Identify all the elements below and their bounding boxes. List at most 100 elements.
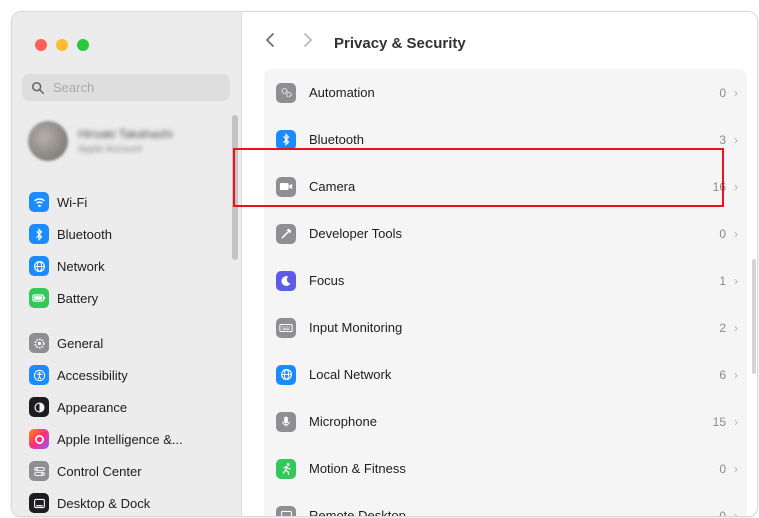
list-item-local-network[interactable]: Local Network 6 › bbox=[264, 351, 747, 398]
list-item-focus[interactable]: Focus 1 › bbox=[264, 257, 747, 304]
dock-icon bbox=[29, 493, 49, 513]
list-item-microphone[interactable]: Microphone 15 › bbox=[264, 398, 747, 445]
page-title: Privacy & Security bbox=[334, 35, 466, 52]
row-label: Motion & Fitness bbox=[309, 461, 406, 476]
chevron-right-icon: › bbox=[734, 273, 738, 288]
sidebar-item-network[interactable]: Network bbox=[29, 254, 229, 278]
sidebar-item-appearance[interactable]: Appearance bbox=[29, 395, 229, 419]
main-scrollbar[interactable] bbox=[752, 259, 756, 374]
search-input[interactable] bbox=[51, 79, 225, 96]
running-icon bbox=[276, 458, 296, 479]
row-label: Microphone bbox=[309, 414, 377, 429]
chevron-right-icon: › bbox=[734, 132, 738, 147]
chevron-right-icon: › bbox=[734, 179, 738, 194]
sidebar-item-label: Bluetooth bbox=[57, 226, 112, 242]
globe-icon bbox=[29, 256, 49, 276]
list-item-input-monitoring[interactable]: Input Monitoring 2 › bbox=[264, 304, 747, 351]
row-label: Camera bbox=[309, 179, 356, 194]
main-pane: Privacy & Security Automation 0 › Blueto… bbox=[242, 12, 757, 516]
search-icon bbox=[31, 81, 45, 94]
row-label: Input Monitoring bbox=[309, 320, 403, 335]
row-label: Remote Desktop bbox=[309, 508, 406, 517]
chevron-right-icon: › bbox=[734, 85, 738, 100]
sidebar-item-desktop-dock[interactable]: Desktop & Dock bbox=[29, 491, 229, 515]
row-count: 6 bbox=[719, 367, 726, 382]
row-count: 15 bbox=[712, 414, 726, 429]
apple-intelligence-icon bbox=[29, 429, 49, 449]
row-label: Focus bbox=[309, 273, 345, 288]
sidebar-item-label: Battery bbox=[57, 290, 99, 306]
sidebar-item-wifi[interactable]: Wi-Fi bbox=[29, 190, 229, 214]
row-label: Local Network bbox=[309, 367, 392, 382]
accessibility-icon bbox=[29, 365, 49, 385]
microphone-icon bbox=[276, 411, 296, 432]
account-subtitle: Apple Account bbox=[78, 144, 142, 155]
chevron-right-icon: › bbox=[734, 508, 738, 517]
sidebar-item-control-center[interactable]: Control Center bbox=[29, 459, 229, 483]
appearance-icon bbox=[29, 397, 49, 417]
avatar bbox=[28, 121, 68, 161]
hammer-icon bbox=[276, 223, 296, 244]
toolbar: Privacy & Security bbox=[242, 12, 757, 64]
chevron-right-icon: › bbox=[734, 414, 738, 429]
back-button[interactable] bbox=[264, 32, 276, 51]
list-item-motion-fitness[interactable]: Motion & Fitness 0 › bbox=[264, 445, 747, 492]
chevron-right-icon bbox=[304, 33, 313, 47]
sidebar-item-battery[interactable]: Battery bbox=[29, 286, 229, 310]
control-center-icon bbox=[29, 461, 49, 481]
sidebar-item-label: Control Center bbox=[57, 463, 142, 479]
account-item[interactable]: Hiroaki Takahashi Apple Account bbox=[22, 116, 232, 166]
sidebar-item-label: Wi-Fi bbox=[57, 194, 88, 210]
chevron-right-icon: › bbox=[734, 320, 738, 335]
bluetooth-icon bbox=[29, 224, 49, 244]
sidebar-item-apple-intelligence[interactable]: Apple Intelligence &... bbox=[29, 427, 229, 451]
sidebar-item-general[interactable]: General bbox=[29, 331, 229, 355]
gear-icon bbox=[276, 82, 296, 103]
sidebar-item-bluetooth[interactable]: Bluetooth bbox=[29, 222, 229, 246]
account-name: Hiroaki Takahashi bbox=[78, 127, 173, 141]
privacy-list: Automation 0 › Bluetooth 3 › Camera 16 › bbox=[264, 69, 747, 517]
minimize-button[interactable] bbox=[56, 39, 68, 51]
row-count: 0 bbox=[719, 85, 726, 100]
sidebar-item-label: Network bbox=[57, 258, 105, 274]
row-count: 0 bbox=[719, 226, 726, 241]
row-count: 1 bbox=[719, 273, 726, 288]
chevron-right-icon: › bbox=[734, 226, 738, 241]
row-label: Bluetooth bbox=[309, 132, 364, 147]
row-count: 0 bbox=[719, 461, 726, 476]
chevron-right-icon: › bbox=[734, 461, 738, 476]
list-item-bluetooth[interactable]: Bluetooth 3 › bbox=[264, 116, 747, 163]
sidebar-item-label: General bbox=[57, 335, 104, 351]
row-count: 3 bbox=[719, 132, 726, 147]
close-button[interactable] bbox=[35, 39, 47, 51]
list-item-developer-tools[interactable]: Developer Tools 0 › bbox=[264, 210, 747, 257]
forward-button[interactable] bbox=[302, 32, 314, 51]
moon-icon bbox=[276, 270, 296, 291]
zoom-button[interactable] bbox=[77, 39, 89, 51]
battery-icon bbox=[29, 288, 49, 308]
row-count: 0 bbox=[719, 508, 726, 517]
list-item-camera[interactable]: Camera 16 › bbox=[264, 163, 747, 210]
remote-desktop-icon bbox=[276, 505, 296, 516]
sidebar-item-label: Apple Intelligence &... bbox=[57, 431, 183, 447]
sidebar-item-label: Appearance bbox=[57, 399, 128, 415]
camera-icon bbox=[276, 176, 296, 197]
keyboard-icon bbox=[276, 317, 296, 338]
row-label: Automation bbox=[309, 85, 375, 100]
chevron-right-icon: › bbox=[734, 367, 738, 382]
search-field[interactable] bbox=[22, 74, 230, 101]
row-count: 16 bbox=[712, 179, 726, 194]
settings-window: Hiroaki Takahashi Apple Account Wi-Fi Bl… bbox=[11, 11, 758, 517]
sidebar-item-label: Accessibility bbox=[57, 367, 128, 383]
wifi-icon bbox=[29, 192, 49, 212]
list-item-remote-desktop[interactable]: Remote Desktop 0 › bbox=[264, 492, 747, 517]
sidebar-scrollbar[interactable] bbox=[232, 115, 238, 260]
list-item-automation[interactable]: Automation 0 › bbox=[264, 69, 747, 116]
chevron-left-icon bbox=[265, 33, 274, 47]
sidebar-item-label: Desktop & Dock bbox=[57, 495, 151, 511]
sidebar-item-accessibility[interactable]: Accessibility bbox=[29, 363, 229, 387]
gear-icon bbox=[29, 333, 49, 353]
sidebar: Hiroaki Takahashi Apple Account Wi-Fi Bl… bbox=[12, 12, 242, 516]
globe-icon bbox=[276, 364, 296, 385]
row-label: Developer Tools bbox=[309, 226, 402, 241]
